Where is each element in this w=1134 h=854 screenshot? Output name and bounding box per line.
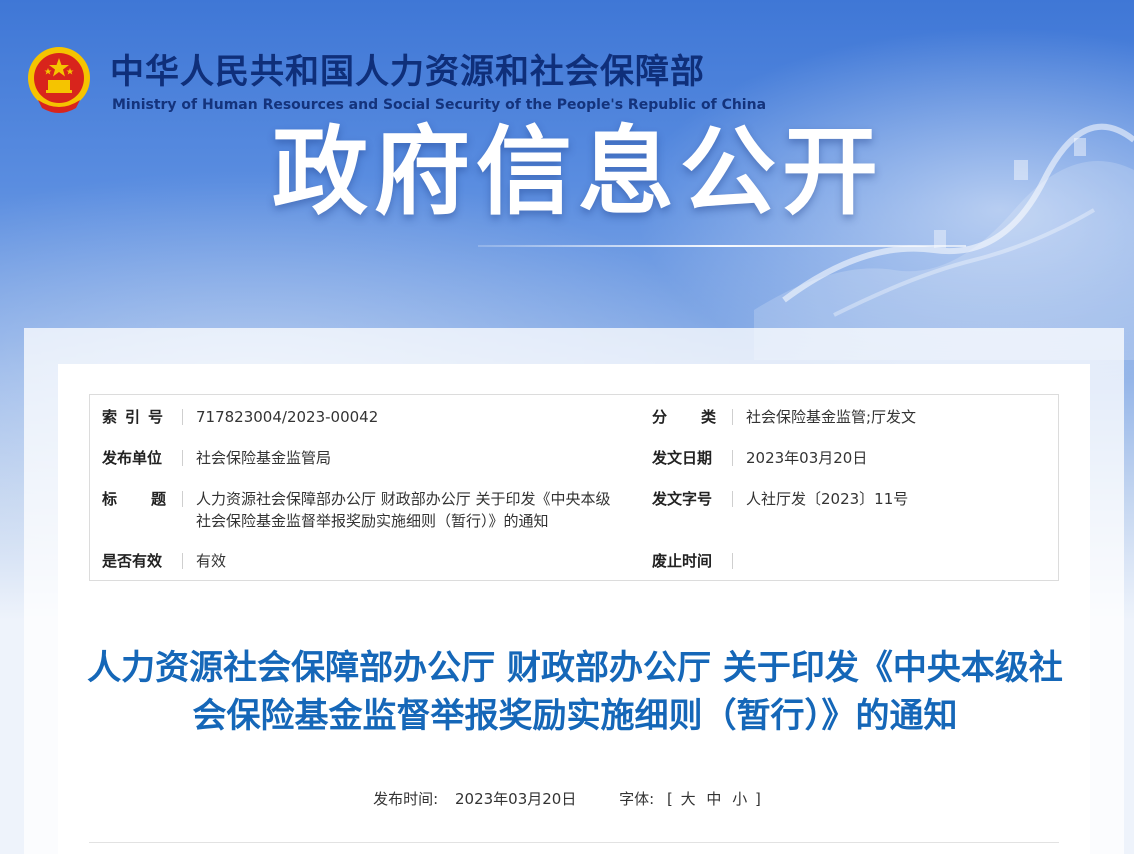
font-size-large-link[interactable]: 大 — [678, 788, 699, 810]
font-size-label: 字体: — [619, 790, 655, 808]
meta-separator — [182, 450, 183, 466]
meta-separator — [182, 409, 183, 425]
expire-label: 废止时间 — [652, 552, 713, 570]
meta-separator — [182, 553, 183, 569]
ministry-name-cn: 中华人民共和国人力资源和社会保障部 — [110, 52, 705, 92]
font-size-small-link[interactable]: 小 — [729, 788, 750, 810]
meta-separator — [732, 450, 733, 466]
ministry-name-en: Ministry of Human Resources and Social S… — [112, 97, 767, 113]
publish-info-bar: 发布时间: 2023年03月20日 字体: [ 大 中 小 ] — [0, 788, 1134, 810]
title-value: 人力资源社会保障部办公厅 财政部办公厅 关于印发《中央本级社会保险基金监督举报奖… — [196, 490, 611, 530]
valid-label: 是否有效 — [102, 552, 163, 570]
publish-time-label: 发布时间: — [373, 790, 439, 808]
content-divider — [89, 842, 1059, 843]
banner-divider — [478, 245, 966, 247]
national-emblem-icon — [28, 47, 90, 113]
issue-date-value: 2023年03月20日 — [746, 449, 868, 467]
index-value: 717823004/2023-00042 — [196, 408, 379, 426]
category-value: 社会保险基金监管;厅发文 — [746, 408, 917, 426]
issue-date-label: 发文日期 — [652, 449, 713, 467]
doc-number-value: 人社厅发〔2023〕11号 — [746, 490, 909, 508]
category-label: 分类 — [652, 408, 751, 426]
font-bracket-open: [ — [666, 790, 673, 808]
article-title: 人力资源社会保障部办公厅 财政部办公厅 关于印发《中央本级社会保险基金监督举报奖… — [87, 648, 1063, 736]
font-bracket-close: ] — [755, 790, 761, 808]
valid-value: 有效 — [196, 552, 227, 570]
document-meta-table: 索引号 717823004/2023-00042 分类 社会保险基金监管;厅发文… — [89, 394, 1059, 581]
publish-time-value: 2023年03月20日 — [454, 790, 577, 808]
publisher-value: 社会保险基金监管局 — [196, 449, 332, 467]
page: 中华人民共和国人力资源和社会保障部 Ministry of Human Reso… — [0, 0, 1134, 854]
doc-number-label: 发文字号 — [652, 490, 713, 508]
banner-title: 政府信息公开 — [272, 116, 884, 228]
index-label: 索引号 — [102, 408, 172, 426]
title-label: 标题 — [102, 490, 201, 508]
font-size-medium-link[interactable]: 中 — [703, 788, 724, 810]
meta-separator — [182, 491, 183, 507]
meta-separator — [732, 491, 733, 507]
publisher-label: 发布单位 — [102, 449, 163, 467]
meta-separator — [732, 409, 733, 425]
meta-separator — [732, 553, 733, 569]
